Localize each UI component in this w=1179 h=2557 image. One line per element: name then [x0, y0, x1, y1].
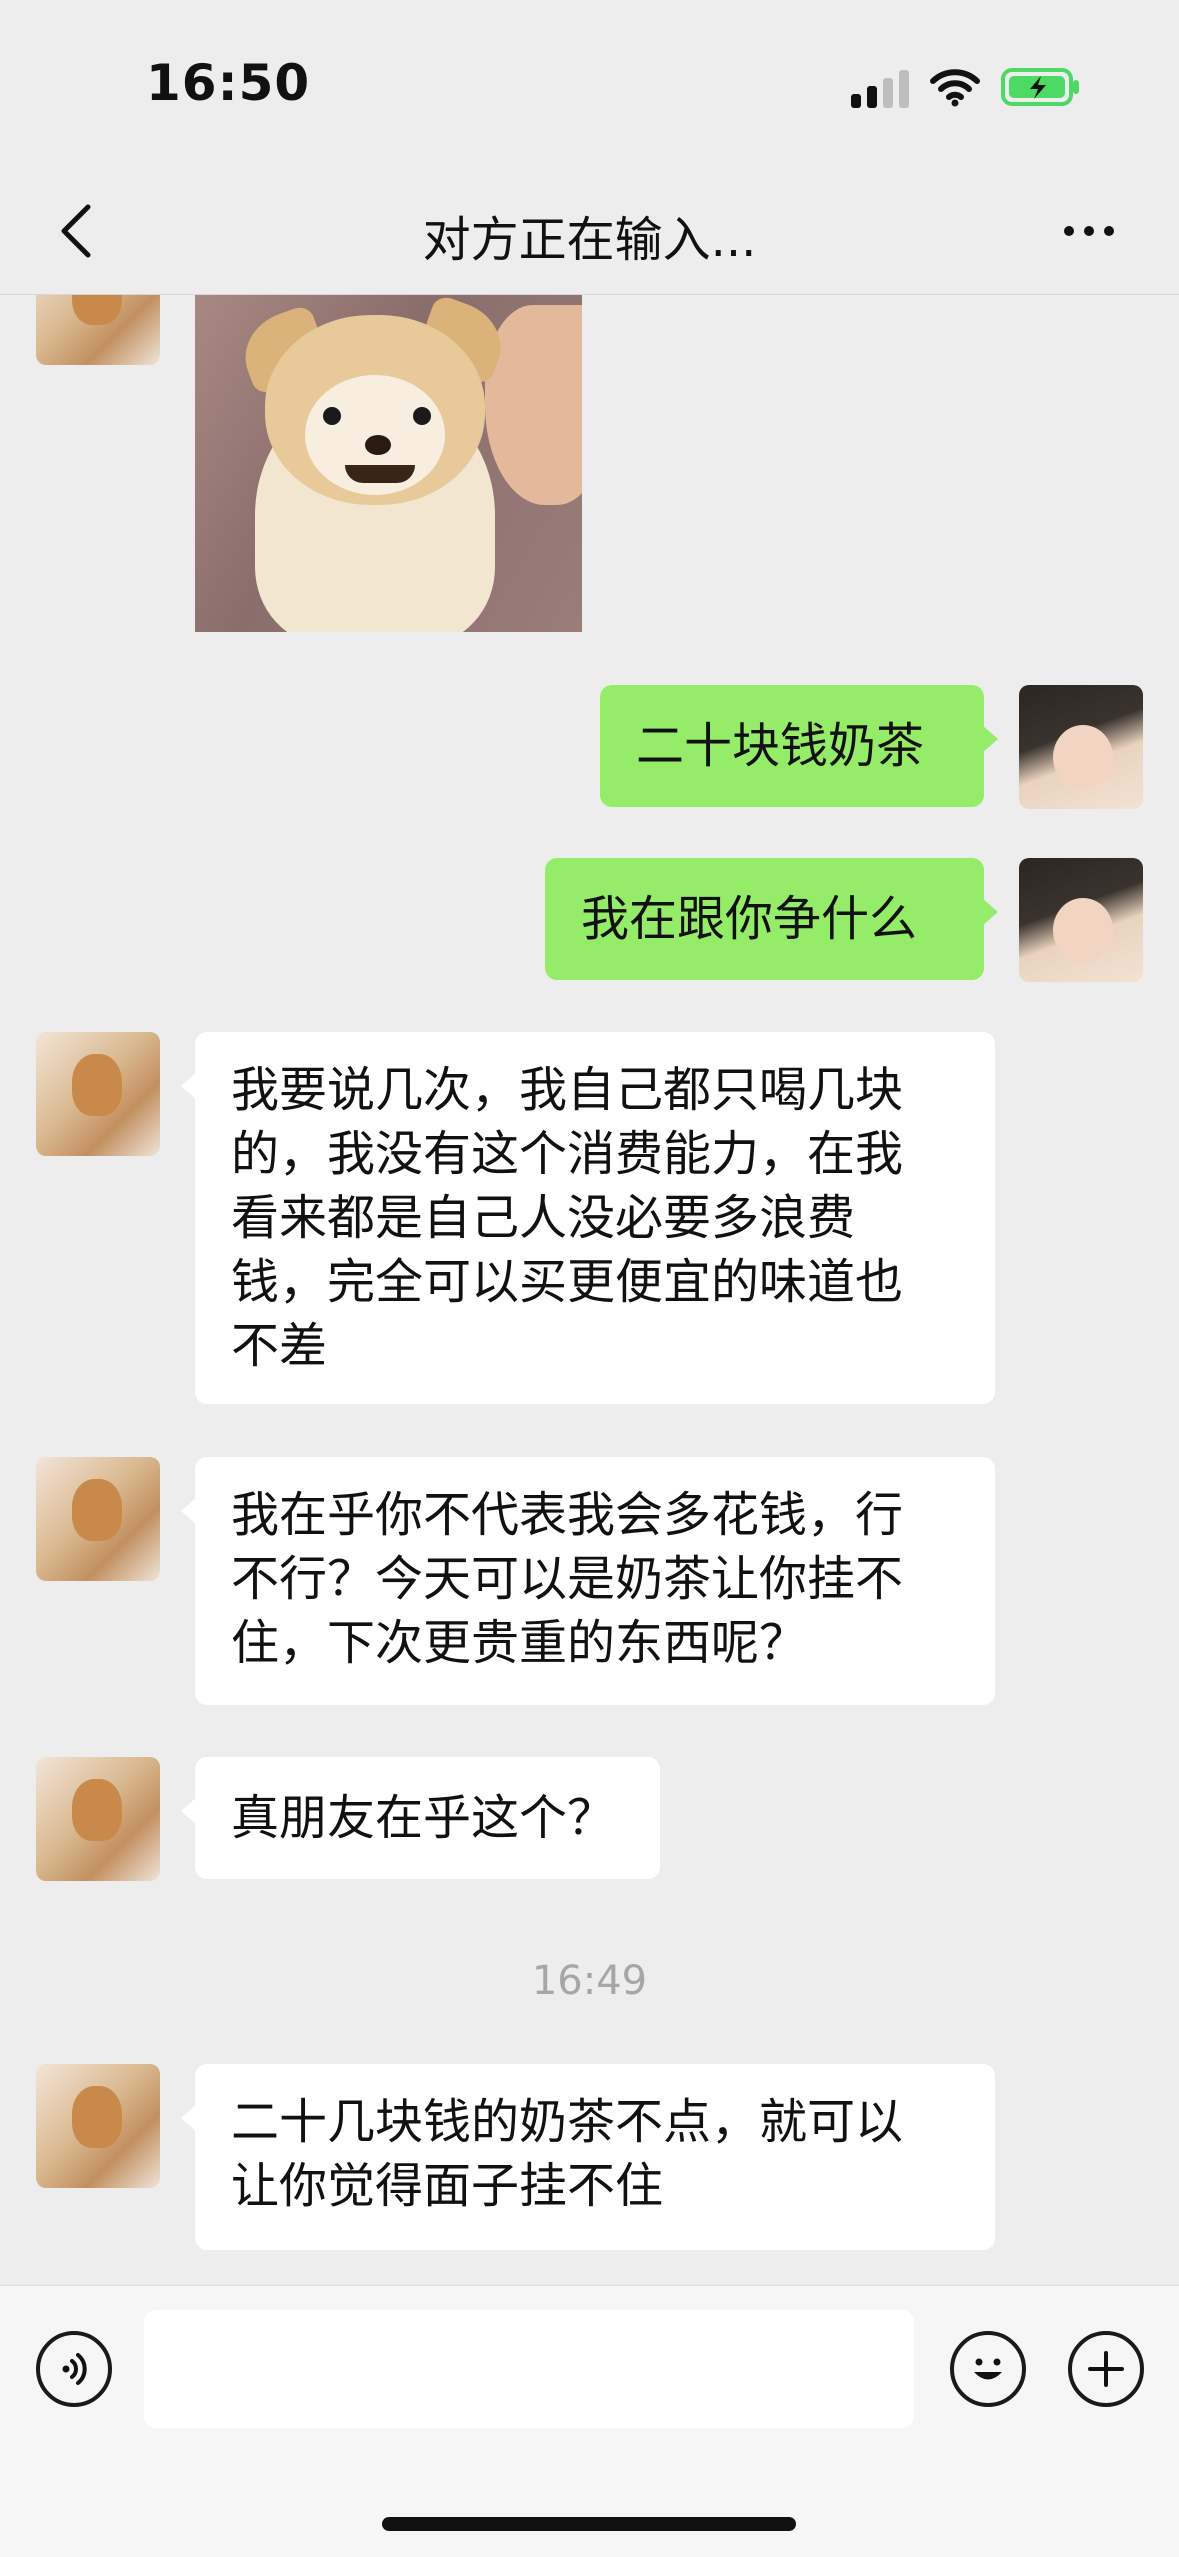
more-options-button[interactable] [1039, 196, 1139, 266]
my-avatar[interactable] [1019, 858, 1143, 982]
voice-button[interactable] [36, 2331, 112, 2407]
voice-icon [62, 2353, 87, 2385]
message-bubble-sent[interactable]: 我在跟你争什么 [545, 858, 998, 980]
more-dots-icon [1064, 226, 1074, 236]
message-bubble-received[interactable]: 我要说几次，我自己都只喝几块 的，我没有这个消费能力，在我 看来都是自己人没必要… [181, 1032, 995, 1404]
emoji-icon [974, 2358, 1002, 2380]
cellular-signal-icon [851, 66, 909, 108]
message-line: 让你觉得面子挂不住 [231, 2158, 664, 2214]
message-line: 看来都是自己人没必要多浪费 [231, 1190, 856, 1246]
contact-avatar[interactable] [36, 2064, 160, 2188]
contact-avatar[interactable] [36, 1032, 160, 1156]
emoji-button[interactable] [950, 2331, 1026, 2407]
input-bar [0, 2285, 1179, 2557]
home-indicator[interactable] [382, 2517, 796, 2531]
message-line: 不行？今天可以是奶茶让你挂不 [231, 1551, 904, 1607]
puppy-sticker-image[interactable] [195, 295, 582, 632]
message-line: 不差 [231, 1318, 328, 1374]
status-time: 16:50 [146, 54, 311, 112]
message-bubble-sent[interactable]: 二十块钱奶茶 [600, 685, 998, 807]
message-line: 我要说几次，我自己都只喝几块 [231, 1062, 904, 1118]
message-line: 二十几块钱的奶茶不点，就可以 [231, 2094, 904, 2150]
chat-title: 对方正在输入... [422, 212, 757, 268]
message-text: 真朋友在乎这个？ [231, 1790, 616, 1846]
more-functions-button[interactable] [1068, 2331, 1144, 2407]
my-avatar[interactable] [1019, 685, 1143, 809]
contact-avatar[interactable] [36, 1757, 160, 1881]
message-timestamp: 16:49 [531, 1958, 648, 2004]
message-line: 住，下次更贵重的东西呢？ [231, 1615, 808, 1671]
plus-icon [1088, 2351, 1124, 2387]
wifi-icon [929, 67, 981, 107]
status-icons [851, 64, 1081, 110]
chat-header: 对方正在输入... [0, 170, 1179, 295]
contact-avatar[interactable] [36, 1457, 160, 1581]
message-text: 二十块钱奶茶 [636, 718, 925, 774]
message-bubble-received[interactable]: 二十几块钱的奶茶不点，就可以 让你觉得面子挂不住 [181, 2064, 995, 2250]
message-list[interactable]: 二十块钱奶茶 我在跟你争什么 我要说几次，我自己都只喝几块 的，我没有这个消费能… [0, 295, 1179, 2285]
status-bar: 16:50 [0, 0, 1179, 170]
message-text: 我在跟你争什么 [581, 891, 918, 947]
contact-avatar[interactable] [36, 295, 160, 365]
battery-charging-icon [1001, 66, 1081, 108]
message-line: 我在乎你不代表我会多花钱，行 [231, 1487, 904, 1543]
message-bubble-received[interactable]: 真朋友在乎这个？ [181, 1757, 660, 1879]
message-bubble-received[interactable]: 我在乎你不代表我会多花钱，行 不行？今天可以是奶茶让你挂不 住，下次更贵重的东西… [181, 1457, 995, 1705]
message-line: 钱，完全可以买更便宜的味道也 [231, 1254, 904, 1310]
message-line: 的，我没有这个消费能力，在我 [231, 1126, 904, 1182]
message-input[interactable] [144, 2310, 914, 2428]
